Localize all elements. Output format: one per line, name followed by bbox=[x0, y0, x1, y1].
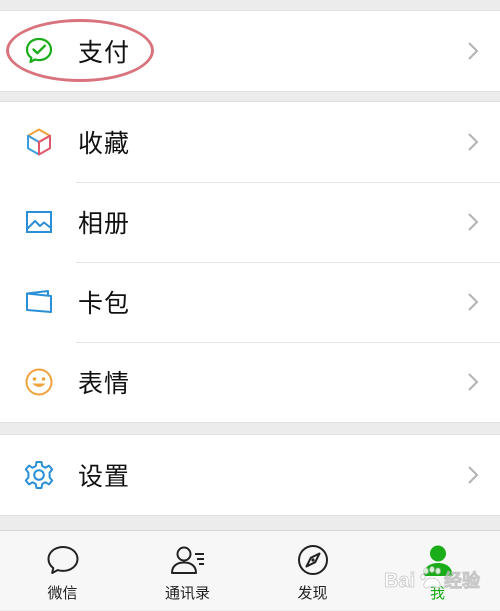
tab-label: 微信 bbox=[47, 584, 78, 602]
menu-item-label: 设置 bbox=[78, 462, 131, 491]
tab-discover[interactable]: 发现 bbox=[250, 531, 375, 611]
collection-group: 收藏 相册 卡包 表情 bbox=[0, 101, 500, 423]
menu-item-label: 收藏 bbox=[78, 129, 131, 158]
contacts-icon bbox=[168, 542, 208, 578]
tab-me[interactable]: 我 bbox=[375, 531, 500, 611]
tab-chats[interactable]: 微信 bbox=[0, 531, 125, 611]
gear-icon bbox=[22, 458, 56, 492]
menu-item-album[interactable]: 相册 bbox=[0, 182, 500, 262]
card-wallet-icon bbox=[22, 285, 56, 319]
menu-item-pay[interactable]: 支付 bbox=[0, 11, 500, 91]
chevron-right-icon bbox=[468, 42, 479, 60]
pay-group: 支付 bbox=[0, 10, 500, 92]
chevron-right-icon bbox=[468, 373, 479, 391]
menu-item-label: 相册 bbox=[78, 209, 131, 238]
menu-item-settings[interactable]: 设置 bbox=[0, 435, 500, 515]
menu-item-cards[interactable]: 卡包 bbox=[0, 262, 500, 342]
menu-item-favorites[interactable]: 收藏 bbox=[0, 102, 500, 182]
menu-item-stickers[interactable]: 表情 bbox=[0, 342, 500, 422]
person-icon bbox=[418, 542, 458, 578]
tab-label: 我 bbox=[429, 584, 445, 602]
me-screen: 支付 收藏 相册 卡包 表情 设置 微信 通讯录 发现 我 Bai 经验 bbox=[0, 0, 500, 610]
chevron-right-icon bbox=[468, 213, 479, 231]
settings-group: 设置 bbox=[0, 434, 500, 516]
chevron-right-icon bbox=[468, 466, 479, 484]
tab-label: 通讯录 bbox=[164, 584, 210, 602]
tab-contacts[interactable]: 通讯录 bbox=[125, 531, 250, 611]
smiley-icon bbox=[22, 365, 56, 399]
menu-item-label: 卡包 bbox=[78, 289, 131, 318]
cube-icon bbox=[22, 125, 56, 159]
bottom-tab-bar: 微信 通讯录 发现 我 bbox=[0, 530, 500, 610]
chevron-right-icon bbox=[468, 293, 479, 311]
chevron-right-icon bbox=[468, 133, 479, 151]
menu-item-label: 表情 bbox=[78, 369, 131, 398]
wechat-pay-icon bbox=[22, 34, 56, 68]
menu-item-label: 支付 bbox=[78, 38, 131, 67]
tab-label: 发现 bbox=[297, 584, 328, 602]
compass-icon bbox=[293, 542, 333, 578]
chat-bubble-icon bbox=[43, 542, 83, 578]
photo-icon bbox=[22, 205, 56, 239]
